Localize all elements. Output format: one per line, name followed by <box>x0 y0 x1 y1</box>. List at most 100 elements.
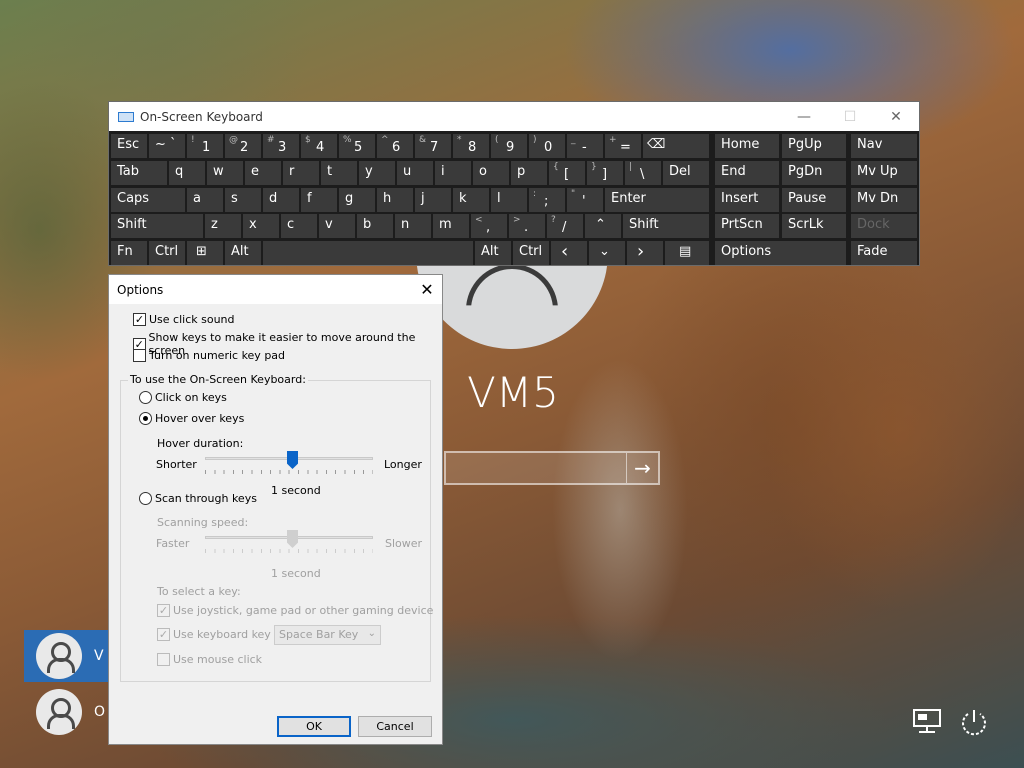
key-backslash[interactable]: | \ <box>625 161 661 185</box>
arrow-down-icon[interactable]: ⌄ <box>589 241 625 265</box>
close-button[interactable]: ✕ <box>412 280 442 299</box>
key-letter[interactable]: a <box>187 188 223 212</box>
hover-duration-slider[interactable] <box>205 451 373 474</box>
key-fade[interactable]: Fade <box>851 241 917 265</box>
key-minus[interactable]: _ - <box>567 134 603 158</box>
password-input[interactable]: → <box>444 451 660 485</box>
network-icon[interactable] <box>912 708 944 740</box>
key-7[interactable]: & 7 <box>415 134 451 158</box>
key-slash[interactable]: ? / <box>547 214 583 238</box>
key-letter[interactable]: v <box>319 214 355 238</box>
key-end[interactable]: End <box>715 161 779 185</box>
close-button[interactable]: ✕ <box>873 109 919 125</box>
key-lbracket[interactable]: {[ <box>549 161 585 185</box>
key-comma[interactable]: <, <box>471 214 507 238</box>
key-shift-right[interactable]: Shift <box>623 214 709 238</box>
key-5[interactable]: % 5 <box>339 134 375 158</box>
slider-thumb[interactable] <box>287 530 298 548</box>
key-esc[interactable]: Esc <box>111 134 147 158</box>
key-letter[interactable]: y <box>359 161 395 185</box>
use-joystick-checkbox[interactable]: ✓ Use joystick, game pad or other gaming… <box>157 604 433 617</box>
key-letter[interactable]: j <box>415 188 451 212</box>
key-letter[interactable]: s <box>225 188 261 212</box>
scanning-speed-slider[interactable] <box>205 530 373 553</box>
key-quote[interactable]: " ' <box>567 188 603 212</box>
key-letter[interactable]: f <box>301 188 337 212</box>
key-letter[interactable]: m <box>433 214 469 238</box>
key-tab[interactable]: Tab <box>111 161 167 185</box>
key-semicolon[interactable]: :; <box>529 188 565 212</box>
ok-button[interactable]: OK <box>277 716 351 737</box>
key-shift-left[interactable]: Shift <box>111 214 203 238</box>
key-letter[interactable]: q <box>169 161 205 185</box>
key-letter[interactable]: l <box>491 188 527 212</box>
key-pgup[interactable]: PgUp <box>782 134 846 158</box>
key-letter[interactable]: z <box>205 214 241 238</box>
key-nav[interactable]: Nav <box>851 134 917 158</box>
arrow-right-icon[interactable]: › <box>627 241 663 265</box>
key-3[interactable]: #3 <box>263 134 299 158</box>
key-alt-left[interactable]: Alt <box>225 241 261 265</box>
key-letter[interactable]: t <box>321 161 357 185</box>
minimize-button[interactable]: — <box>781 109 827 125</box>
key-4[interactable]: $4 <box>301 134 337 158</box>
numeric-keypad-checkbox[interactable]: Turn on numeric key pad <box>133 349 285 362</box>
click-on-keys-radio[interactable]: Click on keys <box>139 391 227 404</box>
key-prtscn[interactable]: PrtScn <box>715 214 779 238</box>
key-caps[interactable]: Caps <box>111 188 185 212</box>
key-letter[interactable]: i <box>435 161 471 185</box>
scan-through-keys-radio[interactable]: Scan through keys <box>139 492 257 505</box>
menu-key-icon[interactable]: ▤ <box>665 241 709 265</box>
key-ctrl-left[interactable]: Ctrl <box>149 241 185 265</box>
use-mouse-click-checkbox[interactable]: Use mouse click <box>157 653 262 666</box>
use-click-sound-checkbox[interactable]: ✓ Use click sound <box>133 313 235 326</box>
key-letter[interactable]: r <box>283 161 319 185</box>
key-letter[interactable]: h <box>377 188 413 212</box>
key-letter[interactable]: b <box>357 214 393 238</box>
key-enter[interactable]: Enter <box>605 188 709 212</box>
key-alt-right[interactable]: Alt <box>475 241 511 265</box>
key-del[interactable]: Del <box>663 161 709 185</box>
backspace-icon[interactable]: ⌫ <box>643 134 709 158</box>
maximize-button[interactable]: ☐ <box>827 109 873 125</box>
key-insert[interactable]: Insert <box>715 188 779 212</box>
key-space[interactable] <box>263 241 473 265</box>
key-2[interactable]: @2 <box>225 134 261 158</box>
key-letter[interactable]: p <box>511 161 547 185</box>
windows-icon[interactable]: ⊞ <box>187 241 223 265</box>
key-letter[interactable]: k <box>453 188 489 212</box>
key-letter[interactable]: g <box>339 188 375 212</box>
key-scrlk[interactable]: ScrLk <box>782 214 846 238</box>
key-letter[interactable]: c <box>281 214 317 238</box>
key-8[interactable]: * 8 <box>453 134 489 158</box>
submit-arrow-icon[interactable]: → <box>626 453 658 483</box>
key-letter[interactable]: w <box>207 161 243 185</box>
use-keyboard-key-checkbox[interactable]: ✓ Use keyboard key <box>157 628 271 641</box>
key-fn[interactable]: Fn <box>111 241 147 265</box>
key-home[interactable]: Home <box>715 134 779 158</box>
key-mv-up[interactable]: Mv Up <box>851 161 917 185</box>
slider-thumb[interactable] <box>287 451 298 469</box>
key-9[interactable]: (9 <box>491 134 527 158</box>
key-rbracket[interactable]: }] <box>587 161 623 185</box>
user-tile-other[interactable]: O <box>24 686 108 738</box>
key-letter[interactable]: e <box>245 161 281 185</box>
hover-over-keys-radio[interactable]: Hover over keys <box>139 412 244 425</box>
key-pgdn[interactable]: PgDn <box>782 161 846 185</box>
key-period[interactable]: >. <box>509 214 545 238</box>
key-mv-dn[interactable]: Mv Dn <box>851 188 917 212</box>
arrow-left-icon[interactable]: ‹ <box>551 241 587 265</box>
key-letter[interactable]: u <box>397 161 433 185</box>
key-letter[interactable]: n <box>395 214 431 238</box>
key-0[interactable]: ) 0 <box>529 134 565 158</box>
arrow-up-icon[interactable]: ⌃ <box>585 214 621 238</box>
user-tile-selected[interactable]: V <box>24 630 108 682</box>
key-ctrl-right[interactable]: Ctrl <box>513 241 549 265</box>
key-equals[interactable]: + = <box>605 134 641 158</box>
key-dock[interactable]: Dock <box>851 214 917 238</box>
key-1[interactable]: ! 1 <box>187 134 223 158</box>
keyboard-key-select[interactable]: Space Bar Key ⌄ <box>274 625 381 645</box>
key-letter[interactable]: x <box>243 214 279 238</box>
cancel-button[interactable]: Cancel <box>358 716 432 737</box>
key-pause[interactable]: Pause <box>782 188 846 212</box>
